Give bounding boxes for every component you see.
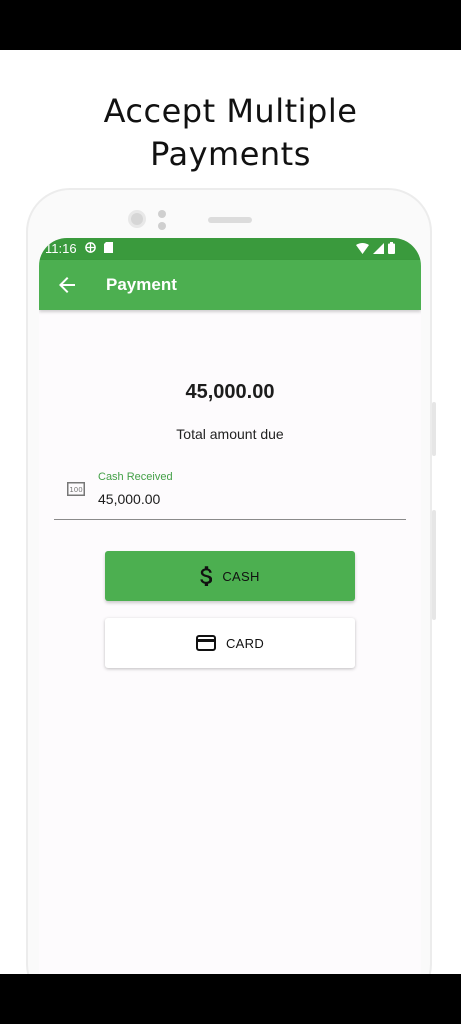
card-button-label: CARD	[225, 635, 265, 651]
cash-received-underline	[54, 519, 406, 520]
card-payment-button[interactable]: CARD	[105, 618, 355, 668]
cash-received-label: Cash Received	[98, 471, 173, 483]
cash-button-label: CASH	[222, 568, 260, 584]
promo-canvas: Accept Multiple Payments 11:16 Payment 4…	[0, 50, 461, 974]
status-bar: 11:16	[39, 238, 421, 260]
app-bar: Payment	[39, 260, 421, 310]
total-amount-caption: Total amount due	[176, 426, 284, 442]
vpn-globe-icon	[85, 242, 96, 253]
black-top-letterbox	[0, 0, 461, 50]
signal-icon	[373, 242, 384, 254]
phone-power-button	[432, 510, 436, 620]
phone-speaker	[208, 217, 252, 223]
black-bottom-letterbox	[0, 974, 461, 1024]
status-right-icons	[356, 242, 395, 254]
headline-line-1: Accept Multiple	[103, 92, 358, 130]
sd-card-icon	[104, 242, 113, 253]
status-left-icons	[85, 242, 113, 253]
phone-camera	[128, 210, 146, 228]
banknote-icon: 100	[67, 482, 85, 496]
total-amount: 45,000.00	[185, 381, 275, 403]
phone-sensor	[158, 222, 166, 230]
credit-card-icon	[195, 635, 216, 651]
cash-received-input[interactable]: 45,000.00	[98, 490, 398, 508]
headline-line-2: Payments	[150, 135, 311, 173]
phone-volume-button	[432, 402, 436, 456]
cash-payment-button[interactable]: CASH	[105, 551, 355, 601]
svg-text:100: 100	[69, 486, 82, 494]
phone-sensor	[158, 210, 166, 218]
app-screen: 11:16 Payment 45,000.00 Total amount due…	[39, 238, 421, 974]
arrow-back-icon[interactable]	[55, 273, 79, 297]
wifi-icon	[356, 242, 369, 254]
promo-headline: Accept Multiple Payments	[0, 90, 461, 176]
status-time: 11:16	[45, 241, 77, 256]
dollar-icon	[200, 566, 213, 586]
page-title: Payment	[106, 275, 177, 294]
battery-icon	[388, 242, 395, 254]
